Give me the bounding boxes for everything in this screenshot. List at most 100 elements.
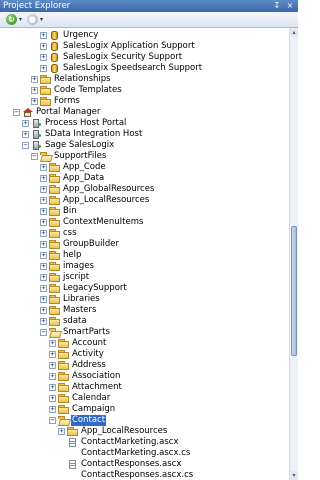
tree-item[interactable]: + sdata [0,316,289,327]
expand-icon[interactable]: + [40,197,47,204]
tree-item[interactable]: + App_GlobalResources [0,184,289,195]
refresh-dropdown-icon[interactable]: ▾ [19,14,22,25]
tree-item[interactable]: + LegacySupport [0,283,289,294]
expand-icon[interactable]: + [31,87,38,94]
expand-icon[interactable]: + [49,351,56,358]
tree-item[interactable]: + Calendar [0,393,289,404]
collapse-icon[interactable]: − [49,417,56,424]
expand-icon[interactable]: + [40,230,47,237]
expand-icon[interactable]: + [40,263,47,270]
expand-icon[interactable]: + [58,428,65,435]
tree-item[interactable]: + Libraries [0,294,289,305]
tree-item[interactable]: − SupportFiles [0,151,289,162]
tree-item[interactable]: ContactResponses.ascx [0,459,289,470]
expand-icon[interactable]: + [49,340,56,347]
tree-item[interactable]: + SalesLogix Speedsearch Support [0,63,289,74]
tree-item[interactable]: + help [0,250,289,261]
tree-item[interactable]: − Sage SalesLogix [0,140,289,151]
expand-icon[interactable]: + [40,252,47,259]
tree-item[interactable]: + Activity [0,349,289,360]
tree-item[interactable]: + SData Integration Host [0,129,289,140]
expand-icon[interactable]: + [40,175,47,182]
expand-icon[interactable]: + [40,54,47,61]
tree-item[interactable]: + Masters [0,305,289,316]
tree-item[interactable]: + Bin [0,206,289,217]
tree-item-label: SData Integration Host [45,129,143,139]
expand-icon[interactable]: + [49,406,56,413]
tree-item[interactable]: ContactResponses.ascx.cs [0,470,289,480]
tree-item[interactable]: − SmartParts [0,327,289,338]
pin-icon[interactable]: ↧ [272,1,282,11]
tree-item[interactable]: + Association [0,371,289,382]
expand-icon[interactable]: + [40,274,47,281]
tree-item-label: ContactResponses.ascx [81,459,182,469]
expand-icon[interactable]: + [49,384,56,391]
collapse-icon[interactable]: − [31,153,38,160]
collapse-icon[interactable]: − [22,142,29,149]
expand-icon[interactable]: + [49,373,56,380]
expand-icon[interactable]: + [40,241,47,248]
expand-icon[interactable]: + [40,318,47,325]
close-icon[interactable]: × [285,1,295,11]
tree-item[interactable]: + Relationships [0,74,289,85]
tree-item[interactable]: + SalesLogix Security Support [0,52,289,63]
tree-item-label: App_Data [63,173,105,183]
expand-icon[interactable]: + [22,131,29,138]
expand-icon[interactable]: + [40,65,47,72]
tree-item[interactable]: ContactMarketing.ascx [0,437,289,448]
tree-item[interactable]: + GroupBuilder [0,239,289,250]
expand-icon[interactable]: + [22,120,29,127]
expand-icon[interactable]: + [40,186,47,193]
expand-icon[interactable]: + [40,285,47,292]
collapse-icon[interactable]: − [13,109,20,116]
expand-icon[interactable]: + [31,76,38,83]
folder-icon [58,405,69,414]
tree-item[interactable]: + images [0,261,289,272]
collapse-icon[interactable]: − [40,329,47,336]
tree-item[interactable]: + Process Host Portal [0,118,289,129]
tree-item[interactable]: + App_LocalResources [0,426,289,437]
folder-icon [49,207,60,216]
expand-icon[interactable]: + [49,395,56,402]
tree-item[interactable]: + Forms [0,96,289,107]
folder-icon [49,251,60,260]
tree-item[interactable]: + jscript [0,272,289,283]
folder-icon [49,218,60,227]
vertical-scrollbar[interactable]: ▴ ▾ [289,28,298,480]
stop-icon[interactable]: ● [27,14,38,25]
tree-item[interactable]: + App_Data [0,173,289,184]
expand-icon[interactable]: + [40,164,47,171]
tree-item[interactable]: + css [0,228,289,239]
tree-item[interactable]: + Urgency [0,30,289,41]
expand-icon[interactable]: + [40,43,47,50]
tree-item[interactable]: − Portal Manager [0,107,289,118]
refresh-icon[interactable]: ↻ [6,14,17,25]
tree-item[interactable]: + App_LocalResources [0,195,289,206]
tree-item[interactable]: + Code Templates [0,85,289,96]
expand-icon[interactable]: + [40,208,47,215]
tree-item[interactable]: + Account [0,338,289,349]
expand-icon[interactable]: + [49,362,56,369]
tree-item[interactable]: ContactMarketing.ascx.cs [0,448,289,459]
tree-item-label: Code Templates [54,85,122,95]
tree-item[interactable]: + App_Code [0,162,289,173]
tree-item-label: App_GlobalResources [63,184,155,194]
scroll-down-icon[interactable]: ▾ [290,471,298,480]
tree-item-label: Address [72,360,106,370]
expand-icon[interactable]: + [40,219,47,226]
tree-item-label: Sage SalesLogix [45,140,115,150]
tree-item-label: Process Host Portal [45,118,127,128]
tree-item[interactable]: + Campaign [0,404,289,415]
tree-item[interactable]: − Contact [0,415,289,426]
tree-item[interactable]: + Attachment [0,382,289,393]
tree-item[interactable]: + ContextMenuItems [0,217,289,228]
scroll-thumb[interactable] [291,226,297,356]
expand-icon[interactable]: + [40,307,47,314]
expand-icon[interactable]: + [40,296,47,303]
expand-icon[interactable]: + [40,32,47,39]
stop-dropdown-icon[interactable]: ▾ [40,14,43,25]
tree-item[interactable]: + SalesLogix Application Support [0,41,289,52]
tree-item[interactable]: + Address [0,360,289,371]
expand-icon[interactable]: + [31,98,38,105]
scroll-up-icon[interactable]: ▴ [290,28,298,37]
